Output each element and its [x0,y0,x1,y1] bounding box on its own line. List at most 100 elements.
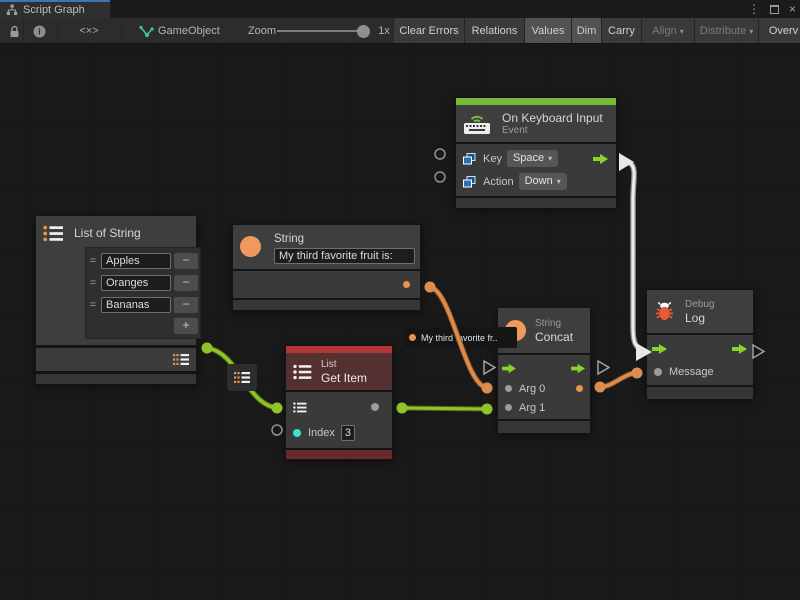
string-value-field[interactable]: My third favorite fruit is: [274,248,415,264]
flow-input-port[interactable] [652,343,668,355]
string-value-icon [409,334,416,341]
zoom-slider-track[interactable] [277,30,363,32]
unity-script-graph-window: Script Graph ⋮ × i <×> GameObject Zoom 1… [0,0,800,600]
index-label: Index [308,427,335,439]
relations-button[interactable]: Relations [464,18,524,44]
node-title: List of String [74,226,141,240]
list-item-field[interactable]: Bananas [101,297,171,313]
list-item-field[interactable]: Oranges [101,275,171,291]
align-dropdown-button[interactable]: Align▾ [641,18,694,44]
node-category: String [535,318,573,330]
list-item-row: = Bananas − [88,294,198,316]
string-output-port[interactable] [403,281,410,288]
list-input-port[interactable] [293,402,307,413]
list-icon [293,364,312,380]
code-view-icon[interactable]: <×> [60,18,118,44]
key-dropdown[interactable]: Space▾ [507,150,558,167]
keycode-type-icon [463,153,476,165]
carry-button[interactable]: Carry [601,18,641,44]
distribute-dropdown-button[interactable]: Distribute▾ [694,18,758,44]
list-output-port[interactable] [173,353,189,366]
string-type-icon [240,236,261,257]
node-string-literal[interactable]: String My third favorite fruit is: [232,224,421,311]
arg0-input-port[interactable] [505,385,512,392]
chevron-down-icon: ▾ [749,27,753,36]
values-toggle-button[interactable]: Values [524,18,571,44]
list-item-row: = Apples − [88,250,198,272]
trigger-output-port[interactable] [593,153,609,165]
message-label: Message [669,366,714,378]
window-menu-icon[interactable]: ⋮ [748,0,760,18]
bug-icon [654,301,675,322]
chevron-down-icon: ▾ [548,154,552,163]
node-title: Log [685,311,714,325]
arg1-input-port[interactable] [505,404,512,411]
lock-icon[interactable] [4,18,24,44]
add-remove-spacer[interactable]: − [174,297,198,313]
node-list-of-string[interactable]: List of String = Apples − = Oranges − = [35,215,197,385]
chevron-down-icon: ▾ [680,27,684,36]
info-glyph: i [38,26,41,36]
message-input-port[interactable] [654,368,662,376]
overview-button[interactable]: Overv [758,18,800,44]
list-value-icon [234,371,250,384]
tab-script-graph[interactable]: Script Graph [0,0,110,18]
graph-canvas[interactable]: On Keyboard Input Event Key Space▾ [0,44,800,600]
zoom-slider-knob[interactable] [357,25,370,38]
node-footer [286,450,392,459]
node-title: String [274,232,415,246]
node-footer [498,421,590,433]
gameobject-icon [138,18,154,44]
remove-item-button[interactable]: − [174,275,198,291]
clear-errors-button[interactable]: Clear Errors [393,18,464,44]
unconnected-port-circle [272,425,282,435]
unconnected-port-circle [435,172,445,182]
maximize-icon[interactable] [770,5,779,14]
key-port-label: Key [483,153,502,165]
tab-label: Script Graph [23,4,85,16]
graph-icon [6,4,18,16]
flow-output-port[interactable] [571,363,586,374]
result-output-port[interactable] [576,385,583,392]
wire-value-tooltip: My third favorite fr.. [404,327,517,348]
chevron-down-icon: ▾ [557,177,561,186]
arg1-label: Arg 1 [519,402,545,414]
arg0-label: Arg 0 [519,383,545,395]
node-category: List [321,359,367,371]
node-category: Debug [685,299,714,311]
node-subtitle: Event [502,125,603,137]
node-debug-log[interactable]: Debug Log Message [646,289,754,400]
flow-input-port[interactable] [502,363,517,374]
result-output-port[interactable] [371,403,379,411]
unconnected-flow-triangle [598,361,609,374]
close-icon[interactable]: × [789,0,796,18]
drag-handle-icon[interactable]: = [88,255,98,267]
node-footer [456,198,616,208]
flow-output-port[interactable] [732,343,748,355]
list-editor: = Apples − = Oranges − = Bananas − + [85,247,201,339]
remove-item-button[interactable]: − [174,253,198,269]
unconnected-flow-triangle [484,361,495,374]
drag-handle-icon[interactable]: = [88,299,98,311]
index-value-field[interactable]: 3 [341,425,355,441]
node-title: Concat [535,330,573,344]
unconnected-flow-triangle [753,345,764,358]
list-icon [43,225,64,242]
node-title: Get Item [321,371,367,385]
tab-strip: Script Graph ⋮ × [0,0,800,18]
drag-handle-icon[interactable]: = [88,277,98,289]
dim-toggle-button[interactable]: Dim [571,18,601,44]
node-on-keyboard-input[interactable]: On Keyboard Input Event Key Space▾ [455,97,617,209]
graph-owner-label[interactable]: GameObject [158,18,228,44]
index-input-port[interactable] [293,429,301,437]
event-accent-strip [456,98,616,105]
action-port-label: Action [483,176,514,188]
node-footer [36,374,196,384]
toolbar: i <×> GameObject Zoom 1x Clear Errors Re… [0,18,800,44]
info-icon[interactable]: i [26,18,52,44]
action-type-icon [463,176,476,188]
node-get-item[interactable]: List Get Item Index 3 [285,345,393,460]
action-dropdown[interactable]: Down▾ [519,173,567,190]
add-item-button[interactable]: + [174,318,198,334]
list-item-field[interactable]: Apples [101,253,171,269]
